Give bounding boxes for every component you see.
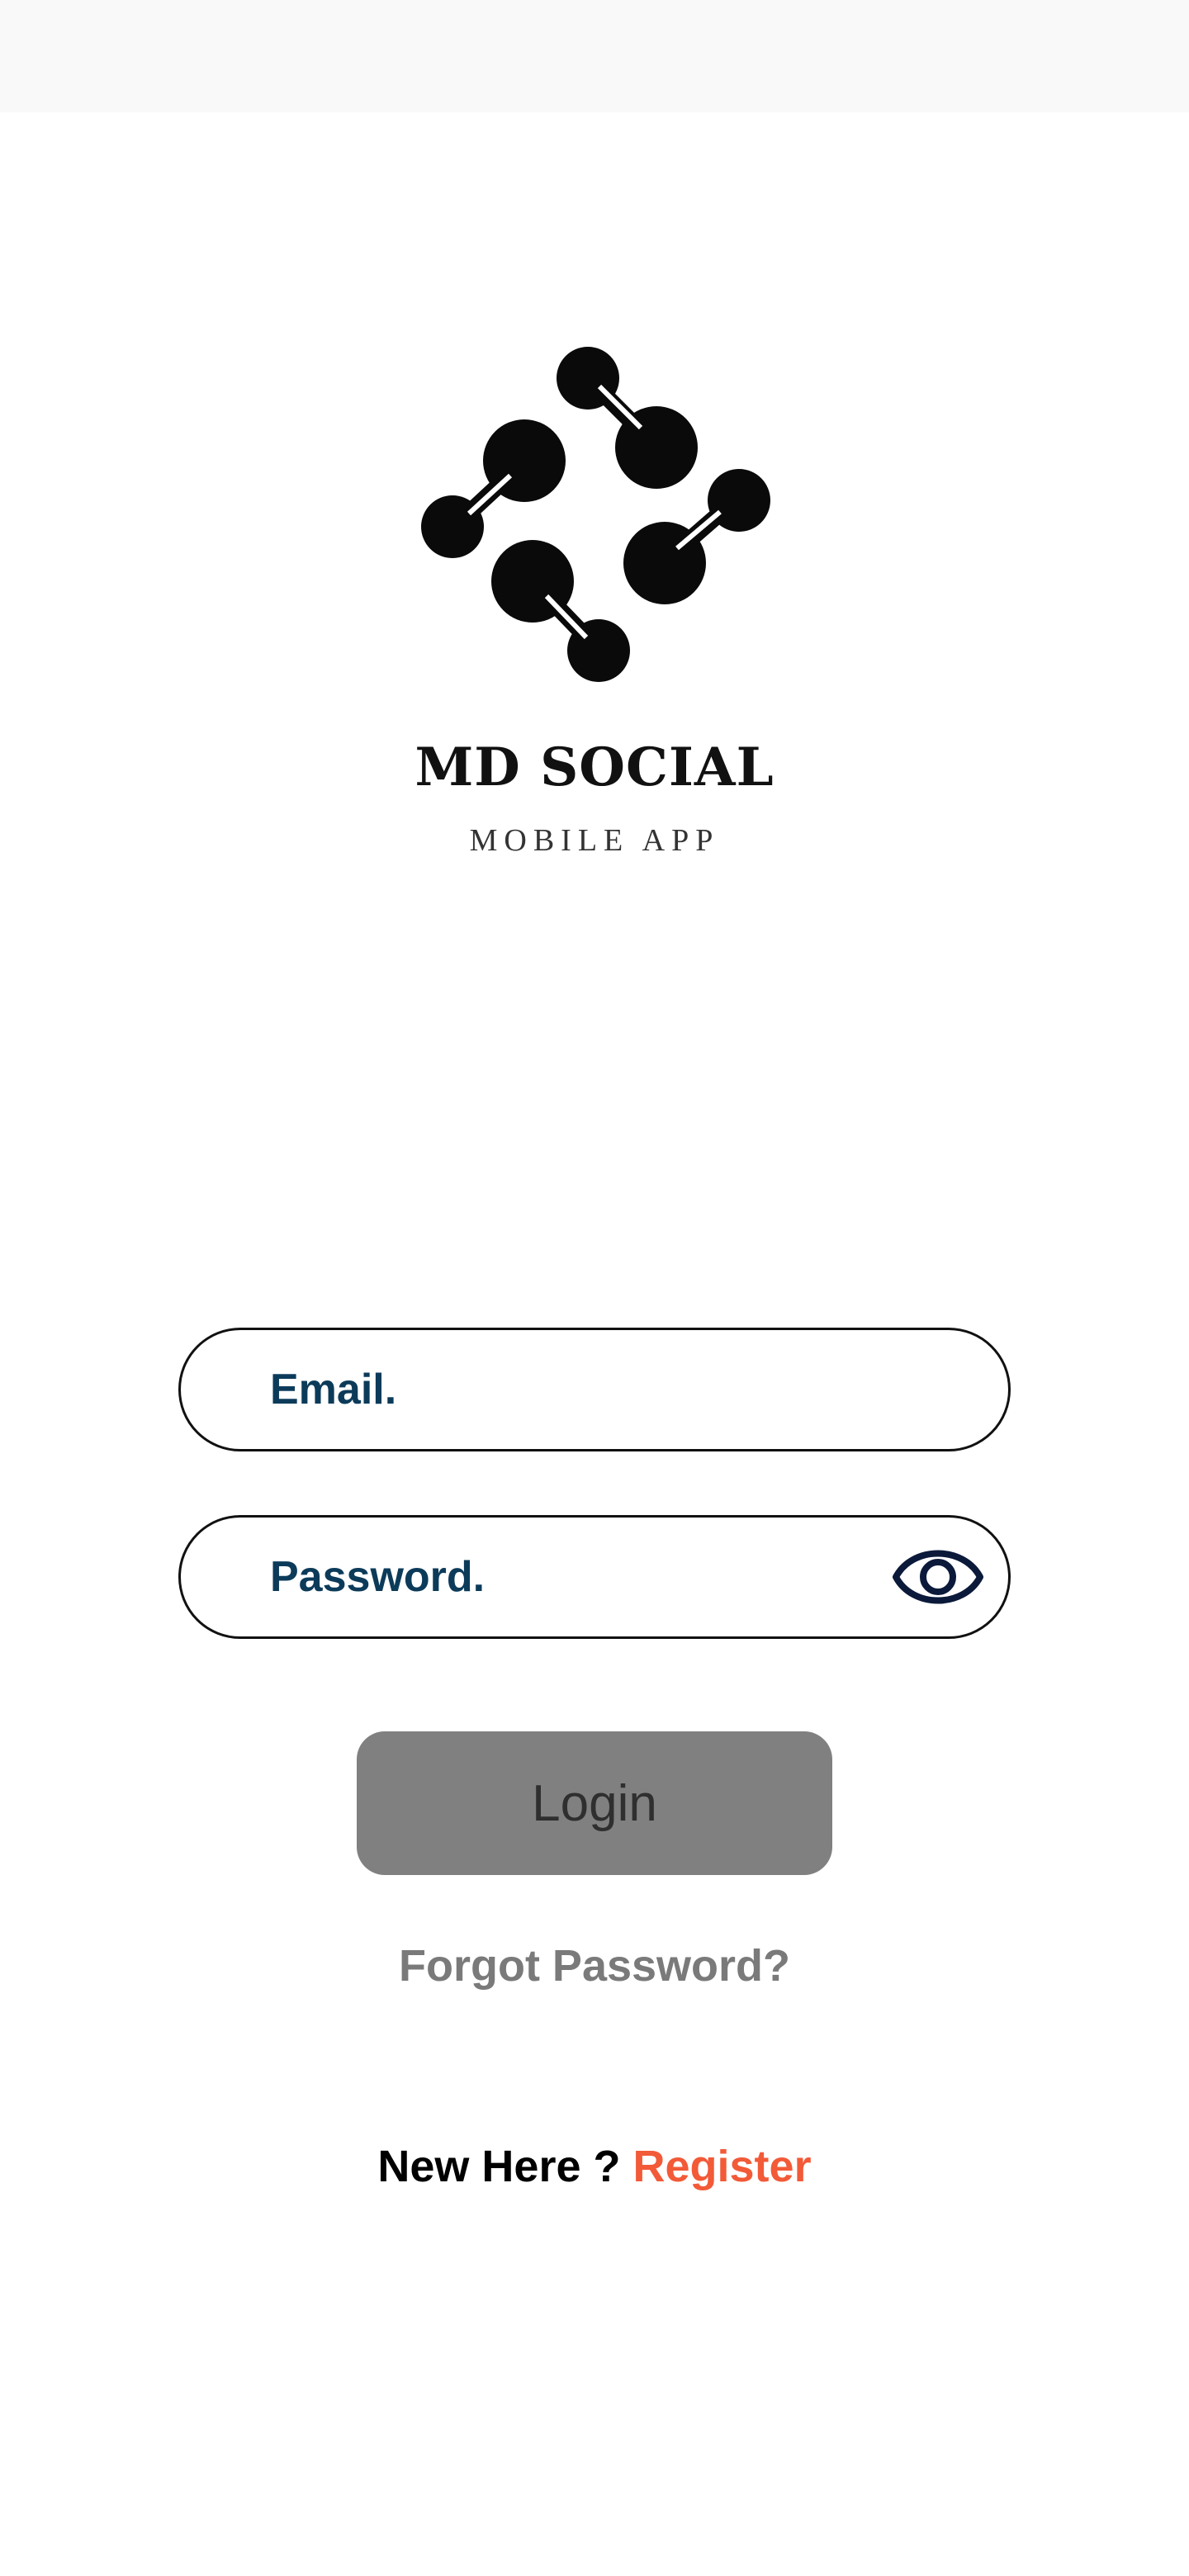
register-link[interactable]: Register: [633, 2142, 812, 2191]
show-password-toggle[interactable]: [893, 1534, 983, 1620]
app-logo: [413, 339, 776, 702]
forgot-password-link[interactable]: Forgot Password?: [0, 1940, 1189, 1991]
password-field-container: [178, 1515, 1011, 1639]
brand-name: MD SOCIAL: [414, 736, 775, 798]
eye-icon: [893, 1550, 983, 1604]
login-button[interactable]: Login: [357, 1731, 832, 1875]
register-prompt-line: New Here ? Register: [0, 2141, 1189, 2192]
brand-subtitle: MOBILE APP: [469, 823, 720, 858]
password-input[interactable]: [270, 1518, 865, 1636]
dumbbells-logo-icon: [421, 347, 770, 682]
status-bar: [0, 0, 1189, 112]
email-field-container: [178, 1328, 1011, 1451]
register-prompt-text: New Here ?: [377, 2142, 633, 2191]
email-input[interactable]: [270, 1330, 865, 1449]
